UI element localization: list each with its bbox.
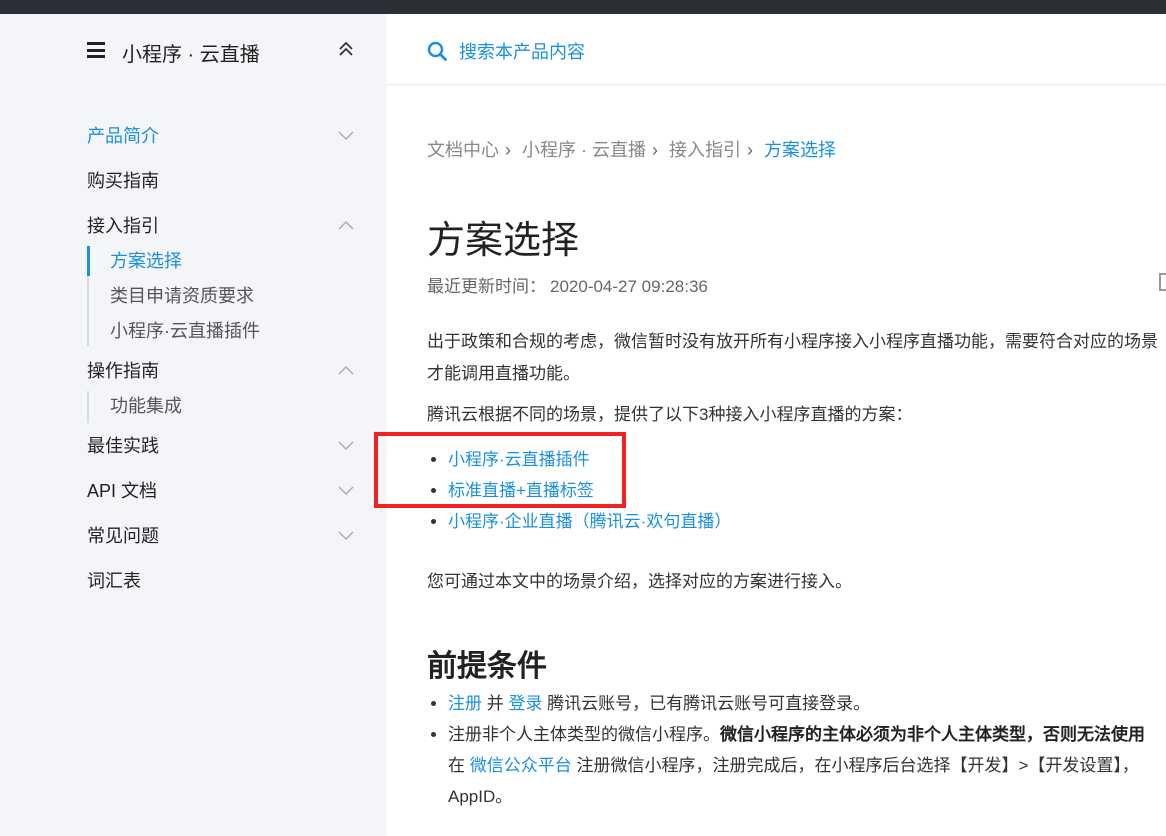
- login-link[interactable]: 登录: [508, 694, 542, 713]
- chevron-right-icon: ›: [652, 140, 659, 160]
- breadcrumb-item[interactable]: 小程序 · 云直播: [522, 140, 646, 160]
- sidebar-title: 小程序 · 云直播: [122, 44, 260, 66]
- breadcrumb-item[interactable]: 接入指引: [669, 140, 741, 160]
- chevron-right-icon: ›: [747, 140, 754, 160]
- list-item-continuation: 在 微信公众平台 注册微信小程序，注册完成后，在小程序后台选择【开发】>【开发设…: [427, 750, 1145, 781]
- double-chevron-up-icon[interactable]: [337, 40, 355, 58]
- search-input[interactable]: 搜索本产品内容: [459, 38, 585, 64]
- search-icon[interactable]: [427, 41, 447, 61]
- submenu-line: [87, 276, 89, 346]
- prerequisites-list: 注册 并 登录 腾讯云账号，已有腾讯云账号可直接登录。 注册非个人主体类型的微信…: [427, 688, 1145, 812]
- intro-line: 才能调用直播功能。: [427, 364, 580, 383]
- list-item: 注册 并 登录 腾讯云账号，已有腾讯云账号可直接登录。: [427, 688, 1145, 719]
- text: 注册非个人主体类型的微信小程序。: [448, 725, 720, 744]
- sidebar-item-best-practice[interactable]: 最佳实践: [87, 432, 159, 458]
- option-link-standard-live[interactable]: 标准直播+直播标签: [448, 481, 594, 500]
- text: AppID。: [448, 787, 513, 806]
- intro-paragraph: 出于政策和合规的考虑，微信暂时没有放开所有小程序接入小程序直播功能，需要符合对应…: [427, 326, 1158, 390]
- submenu-line: [87, 391, 89, 423]
- sidebar: 小程序 · 云直播 产品简介 购买指南 接入指引 方案选择 类目申请资质要求 小…: [0, 14, 387, 836]
- bold-text: 微信小程序的主体必须为非个人主体类型，否则无法使用: [720, 725, 1145, 744]
- options-intro: 腾讯云根据不同的场景，提供了以下3种接入小程序直播的方案：: [427, 405, 913, 424]
- text: 在: [448, 756, 470, 775]
- top-bar: [0, 0, 1166, 14]
- choose-paragraph: 您可通过本文中的场景介绍，选择对应的方案进行接入。: [427, 572, 852, 591]
- chevron-up-icon[interactable]: [338, 365, 354, 375]
- page-title: 方案选择: [427, 220, 580, 262]
- chevron-up-icon[interactable]: [338, 220, 354, 230]
- last-updated-label: 最近更新时间：: [427, 277, 546, 296]
- sidebar-item-access-guide[interactable]: 接入指引: [87, 212, 159, 238]
- sidebar-subitem-solution[interactable]: 方案选择: [110, 247, 182, 273]
- prerequisites-heading: 前提条件: [427, 650, 547, 683]
- last-updated-value: 2020-04-27 09:28:36: [550, 277, 708, 296]
- intro-line: 出于政策和合规的考虑，微信暂时没有放开所有小程序接入小程序直播功能，需要符合对应…: [427, 332, 1158, 351]
- sidebar-item-purchase-guide[interactable]: 购买指南: [87, 167, 159, 193]
- option-link-enterprise-live[interactable]: 小程序·企业直播（腾讯云·欢句直播）: [448, 512, 731, 531]
- options-list: 小程序·云直播插件 标准直播+直播标签 小程序·企业直播（腾讯云·欢句直播）: [427, 444, 731, 537]
- text: 注册微信小程序，注册完成后，在小程序后台选择【开发】>【开发设置】，: [571, 756, 1139, 775]
- text: 腾讯云账号，已有腾讯云账号可直接登录。: [542, 694, 871, 713]
- chevron-down-icon[interactable]: [338, 531, 354, 541]
- menu-icon[interactable]: [87, 42, 105, 58]
- search-bar[interactable]: 搜索本产品内容: [387, 14, 1166, 85]
- register-link[interactable]: 注册: [448, 694, 482, 713]
- chevron-right-icon: ›: [505, 140, 511, 160]
- chevron-down-icon[interactable]: [338, 486, 354, 496]
- sidebar-item-glossary[interactable]: 词汇表: [87, 567, 141, 593]
- wechat-platform-link[interactable]: 微信公众平台: [470, 756, 572, 775]
- sidebar-item-operation-guide[interactable]: 操作指南: [87, 357, 159, 383]
- last-updated: 最近更新时间： 2020-04-27 09:28:36: [427, 272, 708, 297]
- chevron-down-icon[interactable]: [338, 131, 354, 141]
- text: 并: [482, 694, 509, 713]
- list-item: 小程序·云直播插件: [427, 444, 731, 475]
- breadcrumb: 文档中心 › 小程序 · 云直播 › 接入指引 › 方案选择: [427, 136, 840, 162]
- sidebar-subitem-plugin[interactable]: 小程序·云直播插件: [110, 317, 260, 343]
- sidebar-item-faq[interactable]: 常见问题: [87, 522, 159, 548]
- list-item-continuation: AppID。: [427, 781, 1145, 812]
- breadcrumb-item[interactable]: 文档中心: [427, 140, 499, 160]
- list-item: 标准直播+直播标签: [427, 475, 731, 506]
- edit-icon[interactable]: [1159, 273, 1166, 291]
- sidebar-item-api-docs[interactable]: API 文档: [87, 477, 157, 503]
- chevron-down-icon[interactable]: [338, 441, 354, 451]
- breadcrumb-current: 方案选择: [764, 140, 837, 160]
- option-link-plugin[interactable]: 小程序·云直播插件: [448, 450, 590, 469]
- sidebar-subitem-feature-integration[interactable]: 功能集成: [110, 392, 182, 418]
- sidebar-header: 小程序 · 云直播: [0, 14, 387, 86]
- active-indicator: [87, 246, 90, 276]
- list-item: 小程序·企业直播（腾讯云·欢句直播）: [427, 506, 731, 537]
- main-content: 搜索本产品内容 文档中心 › 小程序 · 云直播 › 接入指引 › 方案选择 方案选择…: [387, 14, 1166, 836]
- sidebar-item-product-intro[interactable]: 产品简介: [87, 122, 159, 148]
- list-item: 注册非个人主体类型的微信小程序。微信小程序的主体必须为非个人主体类型，否则无法使…: [427, 719, 1145, 750]
- sidebar-subitem-category-requirements[interactable]: 类目申请资质要求: [110, 282, 254, 308]
